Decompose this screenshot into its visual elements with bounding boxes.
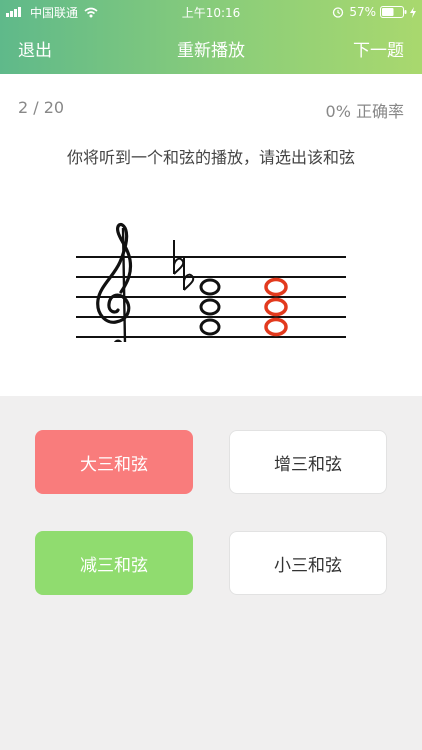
answer-panel: 大三和弦 增三和弦 减三和弦 小三和弦 [0,396,422,750]
answer-augmented-triad-button[interactable]: 增三和弦 [229,430,387,494]
clock-label: 上午10:16 [181,5,241,20]
question-text: 你将听到一个和弦的播放，请选出该和弦 [66,148,355,167]
answer-label: 增三和弦 [274,454,342,475]
answer-minor-triad-button[interactable]: 小三和弦 [229,531,387,595]
treble-clef-dot [113,339,123,342]
music-staff [76,222,346,342]
answer-diminished-triad-button[interactable]: 减三和弦 [35,531,193,595]
treble-clef-icon [96,222,133,324]
next-question-button[interactable]: 下一题 [353,36,422,61]
answer-major-triad-button[interactable]: 大三和弦 [35,430,193,494]
chord-notes-red [264,277,288,337]
status-bar: 中国联通 上午10:16 57% [0,0,422,24]
answer-label: 小三和弦 [274,555,342,576]
answer-label: 大三和弦 [80,454,148,475]
nav-bar: 退出 重新播放 下一题 [0,30,422,66]
accuracy-label: 0% 正确率 [325,102,404,121]
progress-counter: 2 / 20 [18,98,65,117]
question-card: 2 / 20 0% 正确率 你将听到一个和弦的播放，请选出该和弦 [0,74,422,396]
answer-label: 减三和弦 [80,555,148,576]
flat-signs-icon [173,240,195,291]
chord-notes-black [199,278,221,336]
exit-button[interactable]: 退出 [0,36,52,61]
